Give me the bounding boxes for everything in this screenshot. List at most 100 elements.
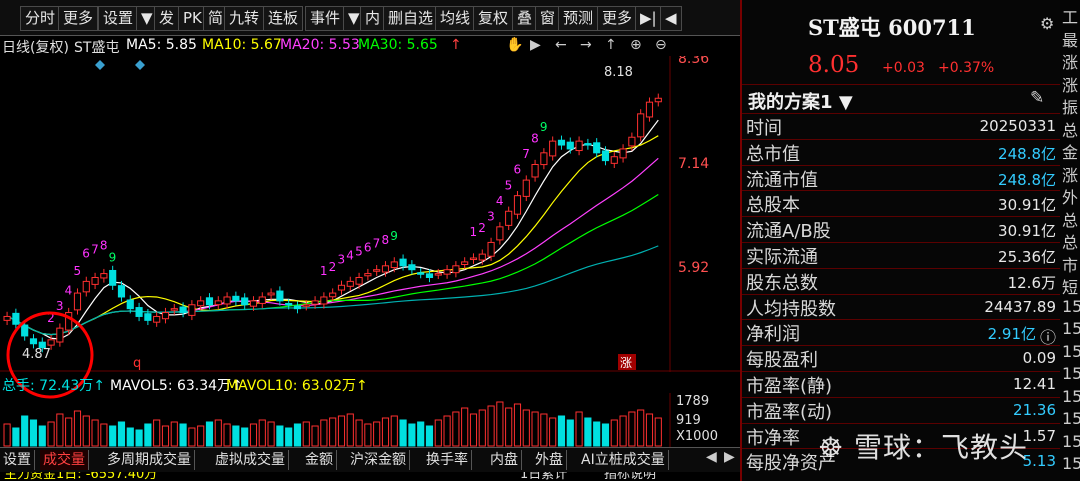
- quote-row-value: 30.91亿: [998, 222, 1056, 241]
- indicator-help-link[interactable]: 指标说明: [604, 472, 656, 481]
- candle-body: [425, 273, 434, 278]
- td-count-label: 6: [364, 241, 372, 255]
- quote-panel: ST盛屯 600711 ⚙ 8.05 +0.03 +0.37% 我的方案1 ▼ …: [740, 0, 1062, 481]
- indicator-tab[interactable]: 沪深金额: [347, 450, 410, 470]
- side-column-cell: 涨: [1062, 53, 1079, 72]
- diamond-marker-icon: [95, 60, 105, 70]
- up-arrow-icon[interactable]: ↑: [605, 37, 617, 53]
- toolbar-button[interactable]: 均线: [435, 6, 476, 31]
- toolbar-button[interactable]: 设置: [98, 6, 139, 31]
- info-circle-icon[interactable]: ⓘ: [1040, 324, 1056, 348]
- indicator-tab[interactable]: 多周期成交量: [104, 450, 195, 470]
- candle-body: [276, 290, 284, 302]
- toolbar-button[interactable]: 窗: [535, 6, 561, 31]
- side-column-cell: 涨: [1062, 165, 1079, 185]
- row-separator: [742, 113, 1060, 114]
- indicator-tab[interactable]: 设置: [0, 450, 35, 470]
- volume-bar: [117, 421, 126, 447]
- tab-scroll-left-icon[interactable]: ◀: [706, 449, 717, 465]
- plan-selector[interactable]: 我的方案1 ▼: [748, 88, 853, 114]
- volume-axis-unit: X1000: [676, 429, 718, 444]
- volume-bar: [628, 411, 636, 447]
- indicator-tab[interactable]: 金额: [302, 450, 337, 470]
- volume-bar: [205, 421, 214, 447]
- price-change-pct: +0.37%: [938, 60, 995, 76]
- toolbar-button[interactable]: 九转: [224, 6, 265, 31]
- td-count-label: 7: [373, 237, 381, 251]
- zoom-in-icon[interactable]: ⊕: [630, 37, 642, 53]
- volume-bar: [109, 425, 117, 447]
- toolbar-button[interactable]: 内: [360, 6, 386, 31]
- left-arrow-icon[interactable]: ←: [555, 37, 567, 53]
- toolbar-button[interactable]: 事件: [305, 6, 346, 31]
- indicator-tab[interactable]: 内盘: [487, 450, 522, 470]
- volume-bar: [276, 425, 284, 447]
- volume-bar: [65, 417, 73, 447]
- side-column-cell: 涨: [1062, 75, 1079, 95]
- zhang-badge: 涨: [620, 355, 632, 370]
- candle-body: [214, 300, 222, 306]
- volume-bar: [549, 417, 557, 447]
- right-arrow-icon[interactable]: →: [580, 37, 592, 53]
- td-count-label: 3: [56, 299, 64, 313]
- toolbar-button[interactable]: 删自选: [383, 6, 439, 31]
- candle-body: [100, 273, 108, 279]
- edit-icon[interactable]: ✎: [1030, 88, 1044, 108]
- candle-body: [293, 305, 302, 310]
- hand-icon[interactable]: ✋: [506, 37, 523, 53]
- quote-row-value: 2.91亿: [987, 325, 1036, 344]
- toolbar-button[interactable]: 叠: [512, 6, 538, 31]
- toolbar-button[interactable]: 更多: [597, 6, 638, 31]
- period-select[interactable]: 1日累计: [520, 472, 567, 481]
- volume-axis-mid: 919: [676, 413, 701, 428]
- candle-body: [434, 273, 442, 276]
- toolbar-button[interactable]: 连板: [263, 6, 304, 31]
- candle-body: [346, 280, 354, 287]
- tab-scroll-right-icon[interactable]: ▶: [724, 449, 735, 465]
- toolbar-button[interactable]: 更多: [58, 6, 99, 31]
- indicator-tab[interactable]: 换手率: [423, 450, 472, 470]
- toolbar-button[interactable]: ▶|: [635, 6, 662, 31]
- volume-bar: [513, 403, 522, 447]
- ma5-label: MA5: 5.85: [126, 37, 197, 53]
- toolbar-button[interactable]: 预测: [558, 6, 599, 31]
- volume-bar: [601, 423, 610, 447]
- volume-bar: [584, 417, 592, 447]
- candle-body: [82, 280, 90, 293]
- candle-body: [469, 257, 478, 261]
- candle-body: [161, 312, 170, 320]
- toolbar-button[interactable]: 复权: [473, 6, 514, 31]
- period-label[interactable]: 日线(复权): [2, 37, 69, 57]
- volume-bar: [47, 421, 55, 447]
- volume-bar: [21, 415, 29, 447]
- td-count-label: 2: [478, 221, 486, 235]
- mavol5-label: MAVOL5: 63.34万↑: [110, 378, 243, 394]
- td-count-label: 4: [65, 284, 73, 298]
- volume-bar: [38, 425, 46, 447]
- quote-row-label: 时间: [746, 118, 782, 139]
- candlestick-chart[interactable]: 23456 7 891 23 4 5 6 7 8 9 1 23456789 4.87 8.18 q 涨…: [0, 56, 740, 372]
- indicator-tab[interactable]: 外盘: [532, 450, 567, 470]
- zoom-out-icon[interactable]: ⊖: [655, 37, 667, 53]
- indicator-tab[interactable]: 成交量: [40, 450, 89, 470]
- settings-gear-icon[interactable]: ⚙: [1040, 14, 1054, 33]
- td-count-label: 7: [522, 147, 530, 161]
- candle-body: [285, 302, 293, 306]
- indicator-tab[interactable]: 虚拟成交量: [212, 450, 289, 470]
- volume-bar: [232, 425, 240, 447]
- candle-body: [487, 241, 495, 257]
- volume-bar: [434, 419, 442, 447]
- toolbar-button[interactable]: 分时: [20, 6, 61, 31]
- candle-body: [117, 285, 126, 298]
- indicator-tab[interactable]: AI立桩成交量: [578, 450, 669, 470]
- volume-chart[interactable]: 1789 919 X1000: [0, 393, 740, 447]
- td-count-label: 5: [73, 264, 81, 278]
- ma20-label: MA20: 5.53: [280, 37, 360, 53]
- candle-body: [320, 296, 328, 305]
- td-count-label: 5: [505, 178, 513, 192]
- toolbar-button[interactable]: 发: [154, 6, 180, 31]
- candle-body: [522, 179, 530, 197]
- play-icon[interactable]: ▶: [530, 37, 541, 53]
- xueqiu-watermark: ☸ 雪球：飞教头: [818, 426, 1028, 466]
- toolbar-button[interactable]: ◀: [660, 6, 682, 31]
